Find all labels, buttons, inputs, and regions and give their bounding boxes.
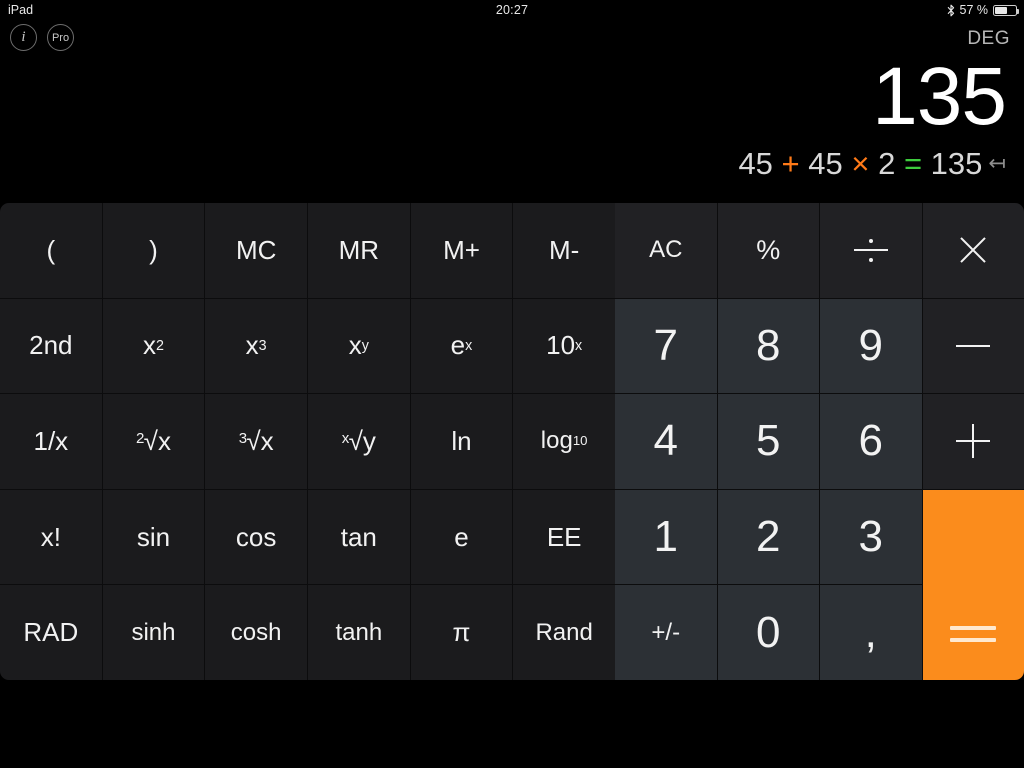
key-log-base-10[interactable]: log 1 0: [513, 394, 615, 489]
key-sine[interactable]: sin: [102, 489, 205, 585]
key-hyperbolic-sine[interactable]: sinh: [102, 585, 205, 680]
key-7[interactable]: 7: [615, 298, 717, 394]
status-bar: iPad 20:27 57 %: [0, 0, 1024, 20]
key-4[interactable]: 4: [615, 394, 717, 489]
key-radian-mode[interactable]: RAD: [0, 585, 102, 680]
key-nth-root[interactable]: x √y: [307, 394, 410, 489]
divide-icon: [853, 235, 888, 265]
key-x-to-the-y[interactable]: xy: [307, 298, 410, 394]
key-divide[interactable]: [820, 203, 922, 298]
calculator-app: iPad 20:27 57 % i Pro DEG 135 45 + 45 × …: [0, 0, 1024, 768]
radical-glyph: 3 √x: [238, 425, 274, 456]
display-result: 135: [872, 51, 1007, 142]
key-square-root[interactable]: 2 √x: [102, 394, 205, 489]
key-e-to-the-x[interactable]: ex: [410, 298, 513, 394]
key-memory-clear[interactable]: MC: [205, 203, 307, 298]
key-9[interactable]: 9: [820, 298, 922, 394]
key-natural-log[interactable]: ln: [410, 394, 513, 489]
history-tokens: 45 + 45 × 2 = 135: [738, 146, 982, 181]
battery-icon: [993, 4, 1019, 16]
key-random[interactable]: Rand: [513, 585, 615, 680]
key-5[interactable]: 5: [717, 394, 819, 489]
pro-button[interactable]: Pro: [47, 24, 74, 51]
plus-icon: [956, 424, 991, 459]
key-pi[interactable]: π: [410, 585, 513, 680]
key-tangent[interactable]: tan: [307, 489, 410, 585]
key-close-paren[interactable]: ): [102, 203, 205, 298]
history-token: 135: [922, 146, 983, 181]
key-decimal-separator[interactable]: ,: [820, 585, 922, 680]
history-token: 45: [738, 146, 773, 181]
status-right-group: 57 %: [947, 0, 1019, 20]
key-cosine[interactable]: cos: [205, 489, 307, 585]
info-button[interactable]: i: [10, 24, 37, 51]
key-hyperbolic-tangent[interactable]: tanh: [307, 585, 410, 680]
key-subtract[interactable]: [922, 298, 1024, 394]
key-memory-add[interactable]: M+: [410, 203, 513, 298]
key-reciprocal[interactable]: 1/x: [0, 394, 102, 489]
history-token: +: [772, 146, 800, 181]
key-2[interactable]: 2: [717, 489, 819, 585]
key-all-clear[interactable]: AC: [615, 203, 717, 298]
bluetooth-icon: [947, 4, 955, 17]
minus-icon: [956, 344, 991, 347]
multiply-icon: [956, 233, 990, 267]
display-history: 45 + 45 × 2 = 135 ↤: [306, 147, 1006, 185]
key-6[interactable]: 6: [820, 394, 922, 489]
key-memory-subtract[interactable]: M-: [513, 203, 615, 298]
key-equals[interactable]: [922, 489, 1024, 680]
key-0[interactable]: 0: [717, 585, 819, 680]
key-hyperbolic-cosine[interactable]: cosh: [205, 585, 307, 680]
battery-percent-label: 57 %: [959, 3, 989, 17]
key-8[interactable]: 8: [717, 298, 819, 394]
scientific-keypad: () MC MR M+ M- 2nd x 2 x 3 x y e x 10 x 1/x 2 √x 3 √x x √y ln lo…: [0, 203, 615, 680]
key-1[interactable]: 1: [615, 489, 717, 585]
radical-glyph: 2 √x: [136, 425, 171, 456]
display-area: 135 45 + 45 × 2 = 135 ↤: [306, 51, 1007, 185]
key-exponent-entry[interactable]: EE: [513, 489, 615, 585]
top-left-controls: i Pro: [10, 24, 74, 51]
keypad: () MC MR M+ M- 2nd x 2 x 3 x y e x 10 x 1/x 2 √x 3 √x x √y ln lo…: [0, 203, 1024, 680]
history-token: ×: [842, 146, 870, 181]
key-x-cubed[interactable]: x3: [205, 298, 307, 394]
key-cube-root[interactable]: 3 √x: [205, 394, 307, 489]
key-memory-recall[interactable]: MR: [307, 203, 410, 298]
history-token: =: [895, 146, 923, 181]
key-ten-to-the-x[interactable]: 10 x: [513, 298, 615, 394]
key-add[interactable]: [922, 394, 1024, 489]
key-factorial[interactable]: x!: [0, 489, 102, 585]
history-token: 2: [869, 146, 896, 181]
key-percent[interactable]: %: [717, 203, 819, 298]
key-euler-constant[interactable]: e: [410, 489, 513, 585]
history-token: 45: [799, 146, 843, 181]
radical-glyph: x √y: [341, 425, 376, 456]
angle-mode-label: DEG: [967, 28, 1010, 49]
key-open-paren[interactable]: (: [0, 203, 102, 298]
equals-icon: [950, 625, 997, 646]
key-x-squared[interactable]: x2: [102, 298, 205, 394]
key-sign-toggle[interactable]: +/-: [615, 585, 717, 680]
status-time: 20:27: [495, 3, 529, 17]
numeric-keypad: AC % 7 8 9 4 5 6 1 2 3 +/- 0 ,: [615, 203, 1024, 680]
key-multiply[interactable]: [922, 203, 1024, 298]
key-second-function[interactable]: 2nd: [0, 298, 102, 394]
key-3[interactable]: 3: [820, 489, 922, 585]
backspace-icon[interactable]: ↤: [988, 152, 1006, 175]
